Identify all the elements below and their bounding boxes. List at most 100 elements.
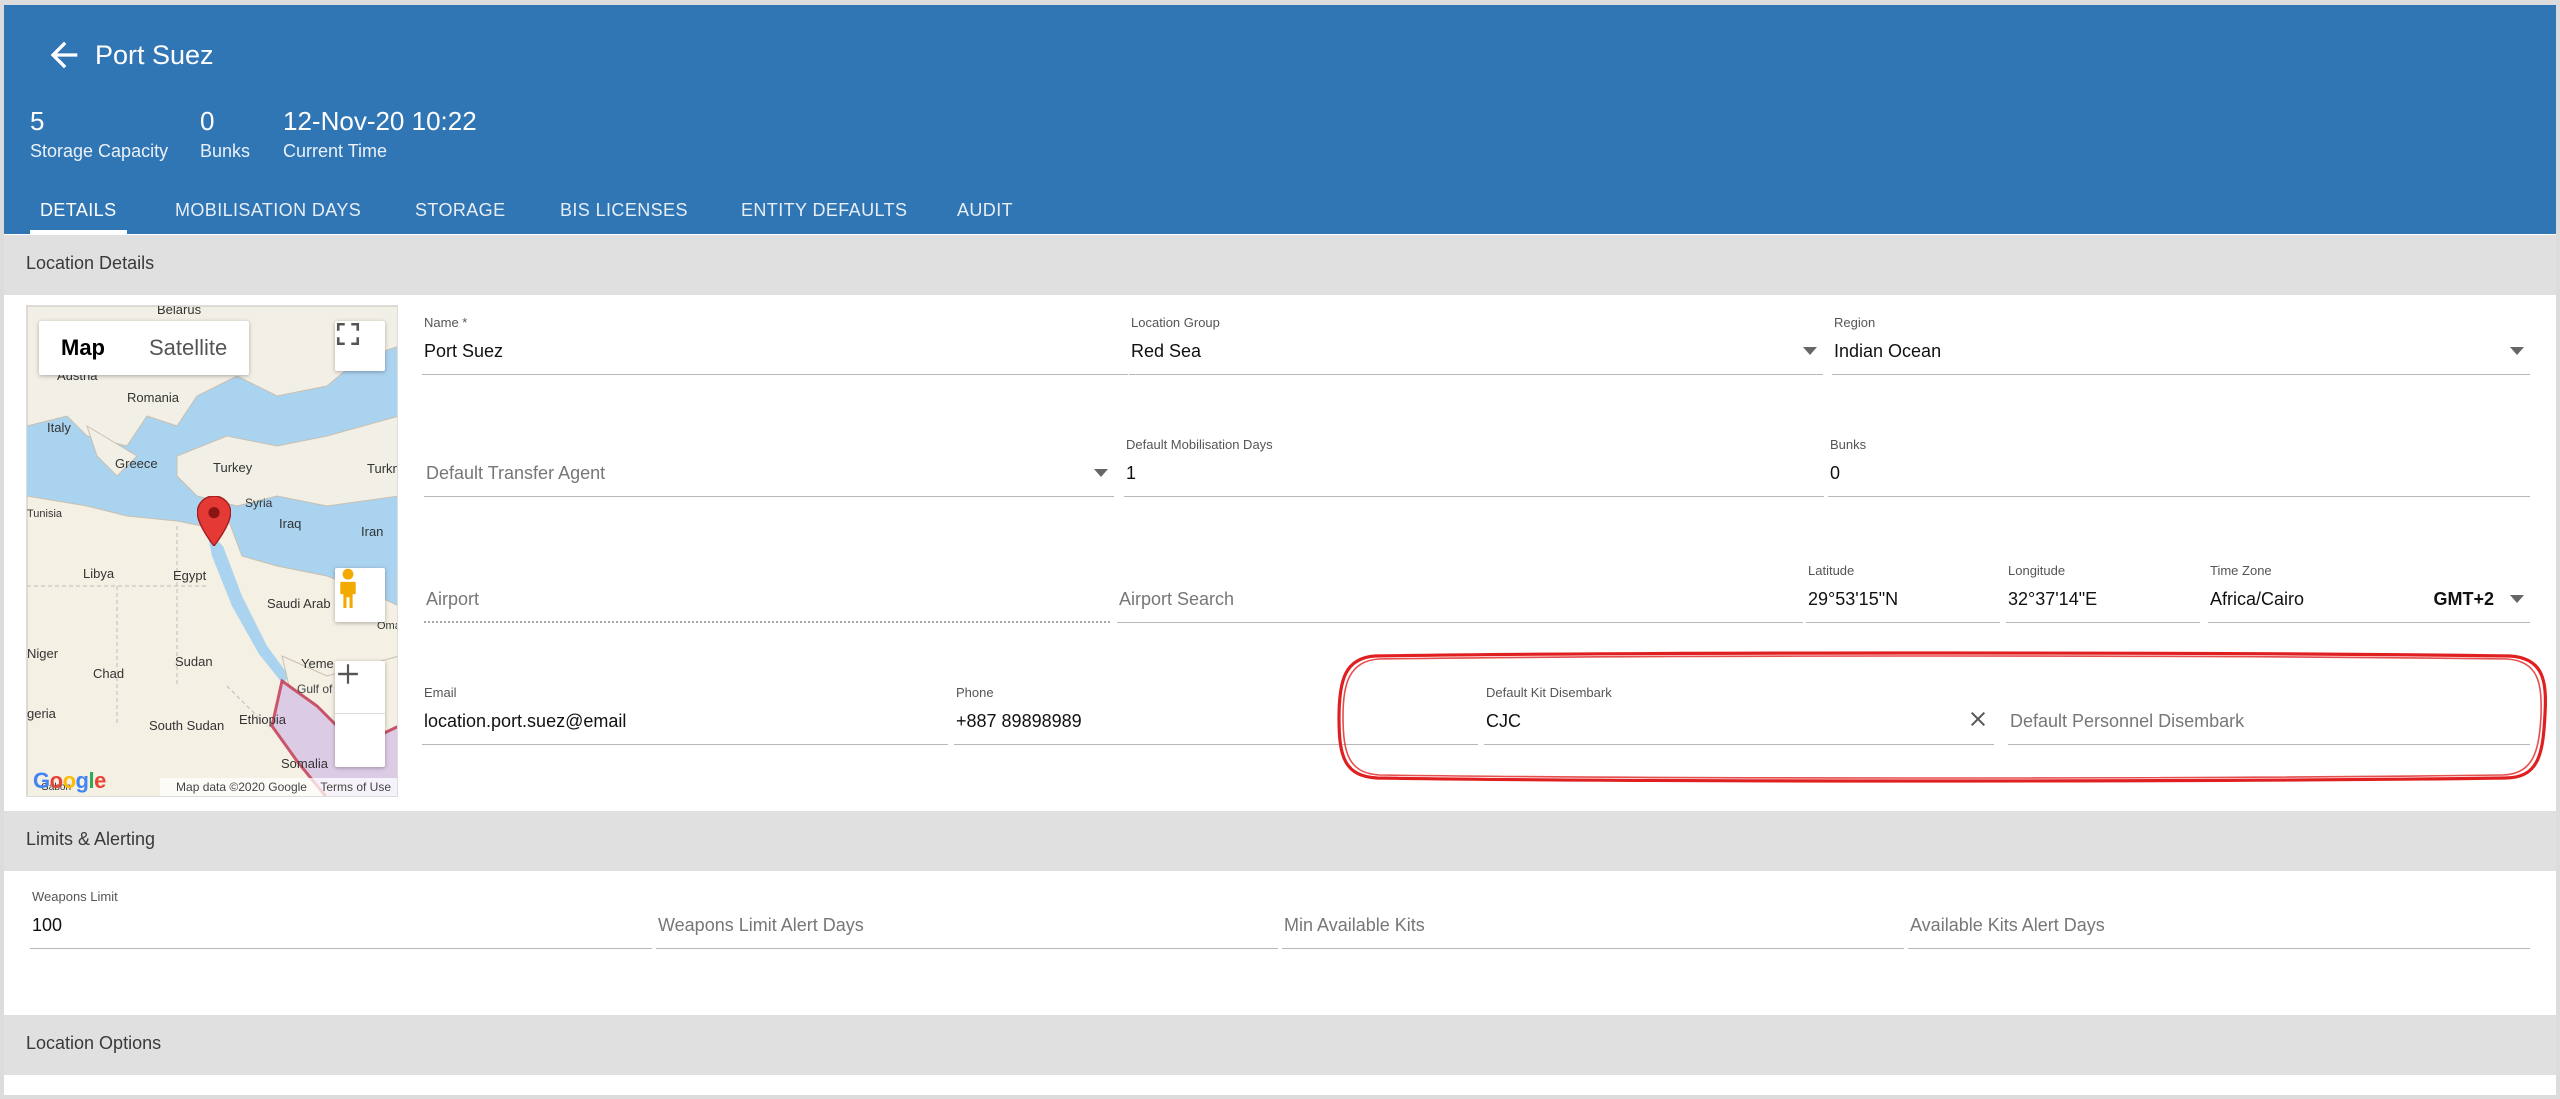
clear-icon[interactable] bbox=[1966, 707, 1990, 731]
field-value: 0 bbox=[1830, 463, 1841, 483]
email-field[interactable]: Email location.port.suez@email bbox=[422, 675, 948, 745]
fullscreen-button[interactable] bbox=[335, 321, 385, 371]
region-select[interactable]: Region Indian Ocean bbox=[1832, 305, 2530, 375]
field-placeholder: Min Available Kits bbox=[1284, 915, 1425, 935]
section-title: Location Details bbox=[26, 253, 155, 273]
section-title: Location Options bbox=[26, 1033, 162, 1053]
tab-mobilisation-days[interactable]: MOBILISATION DAYS bbox=[175, 180, 361, 234]
field-label: Latitude bbox=[1808, 563, 1855, 578]
map-label: Turkm bbox=[367, 461, 397, 476]
location-group-select[interactable]: Location Group Red Sea bbox=[1129, 305, 1823, 375]
zoom-control bbox=[335, 661, 385, 767]
stat-storage-capacity: 5 Storage Capacity bbox=[30, 105, 168, 163]
field-value: +887 89898989 bbox=[956, 711, 1082, 731]
tab-audit[interactable]: AUDIT bbox=[957, 180, 1013, 234]
field-label: Region bbox=[1834, 315, 1876, 330]
map-attribution: Map data ©2020 Google Terms of Use bbox=[160, 778, 397, 796]
tab-storage[interactable]: STORAGE bbox=[415, 180, 506, 234]
map-label: Greece bbox=[115, 456, 158, 471]
dropdown-caret-icon bbox=[2510, 595, 2524, 603]
map-label: Belarus bbox=[157, 305, 202, 317]
field-label: Location Group bbox=[1131, 315, 1220, 330]
default-personnel-disembark-select[interactable]: Default Personnel Disembark bbox=[2008, 675, 2530, 745]
field-value: 29°53'15"N bbox=[1808, 589, 1899, 609]
field-value: Red Sea bbox=[1131, 341, 1202, 361]
field-label: Longitude bbox=[2008, 563, 2066, 578]
map-label: Somalia bbox=[281, 756, 328, 771]
map-label: Tunisia bbox=[27, 508, 63, 520]
map-label: Yeme bbox=[301, 656, 334, 671]
map-label: Sudan bbox=[175, 654, 213, 669]
bunks-field[interactable]: Bunks 0 bbox=[1828, 427, 2530, 497]
tab-entity-defaults[interactable]: ENTITY DEFAULTS bbox=[741, 180, 907, 234]
field-placeholder: Airport bbox=[426, 589, 480, 609]
map-label: geria bbox=[27, 706, 56, 721]
phone-field[interactable]: Phone +887 89898989 bbox=[954, 675, 1478, 745]
stat-label: Storage Capacity bbox=[30, 141, 169, 161]
tab-details[interactable]: DETAILS bbox=[30, 180, 126, 234]
default-transfer-agent-select[interactable]: Default Transfer Agent bbox=[424, 427, 1114, 497]
map-label: Ethiopia bbox=[239, 712, 286, 727]
stat-bunks: 0 Bunks bbox=[200, 105, 250, 163]
available-kits-alert-days-field[interactable]: Available Kits Alert Days bbox=[1908, 879, 2530, 949]
latitude-field[interactable]: Latitude 29°53'15"N bbox=[1806, 553, 2000, 623]
zoom-out-button[interactable] bbox=[335, 672, 385, 767]
map-label: Iraq bbox=[279, 516, 302, 531]
google-logo: Google bbox=[33, 768, 106, 793]
field-placeholder: Default Transfer Agent bbox=[426, 463, 606, 483]
map-label: Niger bbox=[27, 646, 59, 661]
back-button[interactable] bbox=[44, 35, 84, 75]
dropdown-caret-icon bbox=[2510, 347, 2524, 355]
street-view-button[interactable] bbox=[335, 568, 385, 622]
section-location-options: Location Options bbox=[4, 1015, 2556, 1075]
map-type-map-button[interactable]: Map bbox=[39, 321, 127, 375]
map-type-satellite-button[interactable]: Satellite bbox=[127, 321, 249, 375]
name-field[interactable]: Name * Port Suez bbox=[422, 305, 1128, 375]
weapons-limit-alert-days-field[interactable]: Weapons Limit Alert Days bbox=[656, 879, 1278, 949]
section-title: Limits & Alerting bbox=[26, 829, 156, 849]
field-value: 100 bbox=[32, 915, 63, 935]
map-label: Romania bbox=[127, 390, 180, 405]
time-zone-select[interactable]: Time Zone Africa/Cairo GMT+2 bbox=[2208, 553, 2530, 623]
section-limits-alerting: Limits & Alerting bbox=[4, 811, 2556, 871]
field-value: Port Suez bbox=[424, 341, 504, 361]
map-label: Gulf of bbox=[297, 682, 333, 696]
field-value: 32°37'14"E bbox=[2008, 589, 2098, 609]
default-kit-disembark-select[interactable]: Default Kit Disembark CJC bbox=[1484, 675, 1994, 745]
stat-value: 0 bbox=[200, 106, 215, 136]
airport-search-input[interactable]: Airport Search bbox=[1117, 553, 1803, 623]
map-data-text: Map data ©2020 Google bbox=[176, 780, 307, 794]
map-label: Libya bbox=[83, 566, 115, 581]
tab-bis-licenses[interactable]: BIS LICENSES bbox=[560, 180, 688, 234]
field-value: Indian Ocean bbox=[1834, 341, 1942, 361]
min-available-kits-field[interactable]: Min Available Kits bbox=[1282, 879, 1904, 949]
location-marker-icon[interactable] bbox=[197, 496, 231, 546]
map-label: Italy bbox=[47, 420, 71, 435]
stat-value: 12-Nov-20 10:22 bbox=[283, 106, 477, 136]
airport-field: Airport bbox=[424, 553, 1110, 623]
terms-of-use-link[interactable]: Terms of Use bbox=[320, 780, 391, 794]
option-checkbox[interactable] bbox=[32, 1095, 56, 1099]
field-value: 1 bbox=[1126, 463, 1137, 483]
dropdown-caret-icon bbox=[1094, 469, 1108, 477]
field-label: Name * bbox=[424, 315, 468, 330]
gmt-offset: GMT+2 bbox=[2433, 589, 2494, 609]
field-label: Default Kit Disembark bbox=[1486, 685, 1612, 700]
map-label: Saudi Arab bbox=[267, 596, 331, 611]
field-label: Phone bbox=[956, 685, 994, 700]
field-label: Email bbox=[424, 685, 457, 700]
map-label: South Sudan bbox=[149, 718, 225, 733]
map-label: Egypt bbox=[173, 568, 207, 583]
field-placeholder: Weapons Limit Alert Days bbox=[658, 915, 864, 935]
map-type-toggle: Map Satellite bbox=[39, 321, 250, 375]
weapons-limit-field[interactable]: Weapons Limit 100 bbox=[30, 879, 652, 949]
field-placeholder: Available Kits Alert Days bbox=[1910, 915, 2105, 935]
stat-value: 5 bbox=[30, 106, 45, 136]
location-map[interactable]: Belarus Austria Romania Italy Greece Tur… bbox=[26, 305, 398, 797]
map-label: Chad bbox=[93, 666, 125, 681]
longitude-field[interactable]: Longitude 32°37'14"E bbox=[2006, 553, 2200, 623]
field-label: Default Mobilisation Days bbox=[1126, 437, 1273, 452]
field-label: Weapons Limit bbox=[32, 889, 118, 904]
default-mobilisation-days-field[interactable]: Default Mobilisation Days 1 bbox=[1124, 427, 1824, 497]
stat-label: Current Time bbox=[283, 141, 388, 161]
